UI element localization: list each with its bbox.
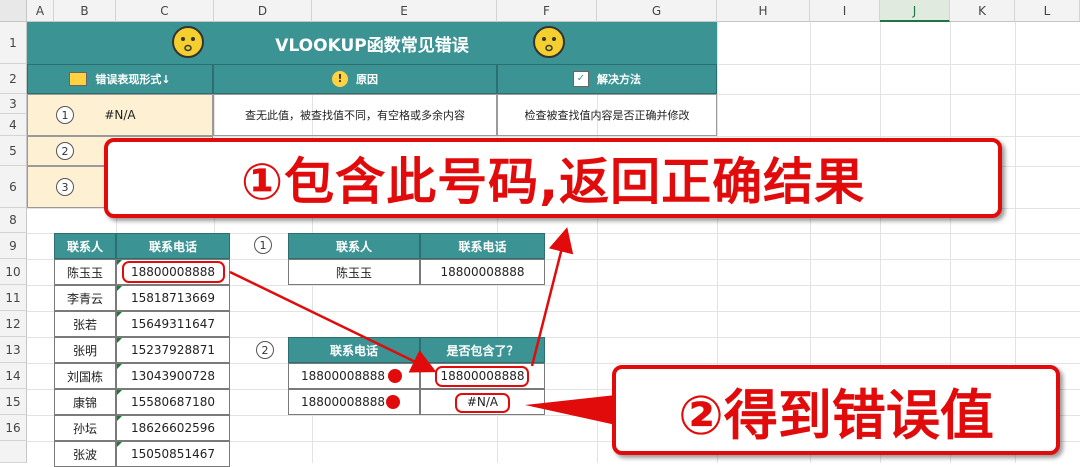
arrow-head: [525, 395, 616, 425]
arrow-line: [229, 270, 437, 373]
arrow-line: [530, 227, 574, 367]
callout-correct-result-text: ①包含此号码,返回正确结果: [240, 153, 866, 211]
callout-error-value-text: ②得到错误值: [678, 383, 994, 447]
callout-correct-result: ①包含此号码,返回正确结果: [104, 138, 1002, 218]
callout-error-value: ②得到错误值: [612, 365, 1060, 455]
